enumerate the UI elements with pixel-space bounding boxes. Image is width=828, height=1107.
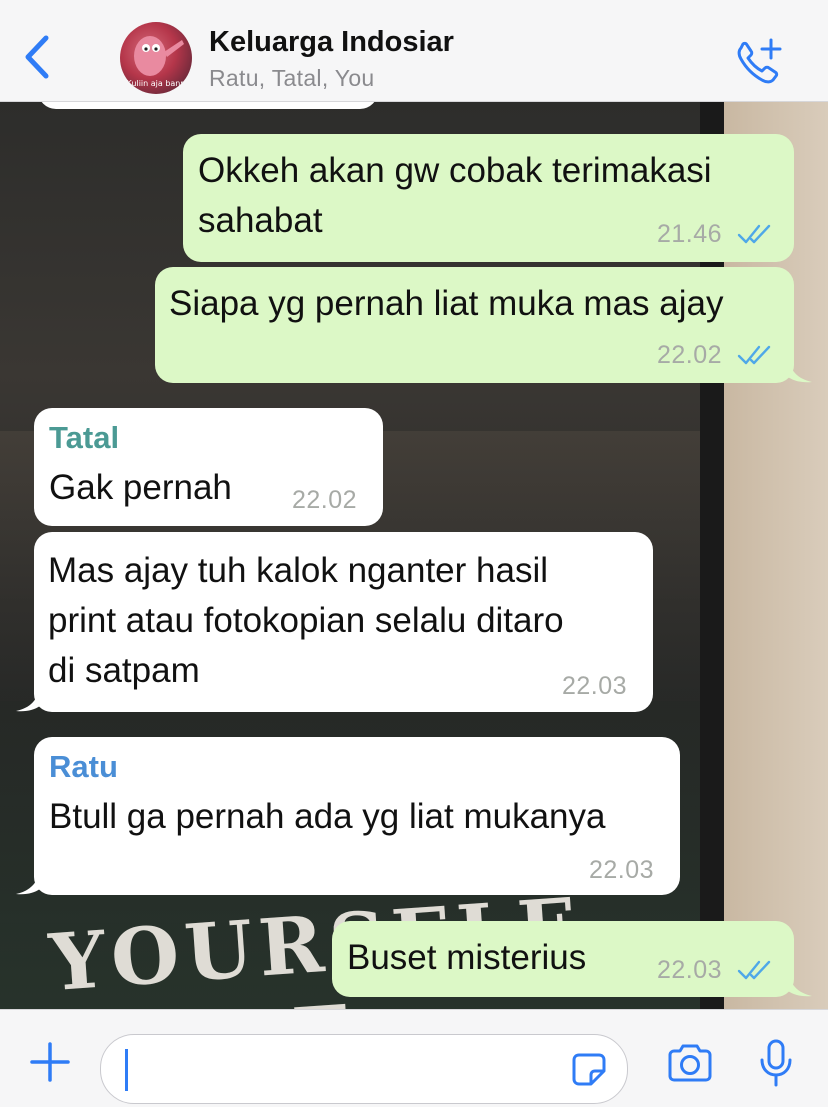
camera-icon[interactable] [666,1043,714,1083]
read-ticks-icon [737,345,771,365]
sticker-icon[interactable] [571,1051,607,1087]
back-chevron-icon[interactable] [18,30,58,84]
composer-bar [0,1009,828,1107]
message-text-line: di satpam [48,651,200,690]
message-text-line: Siapa yg pernah liat muka mas ajay [169,284,724,323]
outgoing-message[interactable]: Buset misterius 22.03 [332,921,794,997]
message-text-line: print atau fotokopian selalu ditaro [48,601,564,640]
microphone-icon[interactable] [758,1038,794,1088]
outgoing-message[interactable]: Siapa yg pernah liat muka mas ajay 22.02 [155,267,794,383]
message-time: 21.46 [657,220,723,248]
chat-header: Kuliin aja bann Keluarga Indosiar Ratu, … [0,0,828,102]
chat-area[interactable]: YOURSELF MORE Okkeh akan gw cobak terima… [0,101,828,1009]
add-call-icon[interactable] [733,38,783,84]
message-time: 22.02 [657,341,723,369]
sender-name: Ratu [49,749,118,784]
incoming-message[interactable]: Mas ajay tuh kalok nganter hasil print a… [34,532,653,712]
message-text-line: Okkeh akan gw cobak terimakasi [198,151,712,190]
bubble-tail [788,971,812,997]
message-input[interactable] [100,1034,628,1104]
read-ticks-icon [737,960,771,980]
group-avatar[interactable]: Kuliin aja bann [120,22,192,94]
text-cursor [125,1049,128,1091]
message-time: 22.03 [562,672,628,700]
bubble-tail [16,686,40,712]
incoming-message[interactable]: Ratu Btull ga pernah ada yg liat mukanya… [34,737,680,895]
message-time: 22.02 [292,486,358,514]
avatar-caption: Kuliin aja bann [126,79,186,88]
message-text-line: Buset misterius [347,938,587,977]
plus-icon[interactable] [28,1040,72,1084]
bubble-tail [788,357,812,383]
message-text-line: Mas ajay tuh kalok nganter hasil [48,551,548,590]
chat-participants[interactable]: Ratu, Tatal, You [209,65,375,92]
message-text-line: Btull ga pernah ada yg liat mukanya [49,797,606,836]
previous-message-bubble [38,101,378,109]
message-time: 22.03 [657,956,723,984]
message-text-line: sahabat [198,201,323,240]
message-time: 22.03 [589,856,655,884]
read-ticks-icon [737,224,771,244]
sender-name: Tatal [49,420,120,455]
message-text-line: Gak pernah [49,468,232,507]
chat-title[interactable]: Keluarga Indosiar [209,26,454,59]
outgoing-message[interactable]: Okkeh akan gw cobak terimakasi sahabat 2… [183,134,794,262]
bubble-tail [16,869,40,895]
incoming-message[interactable]: Tatal Gak pernah 22.02 [34,408,383,526]
